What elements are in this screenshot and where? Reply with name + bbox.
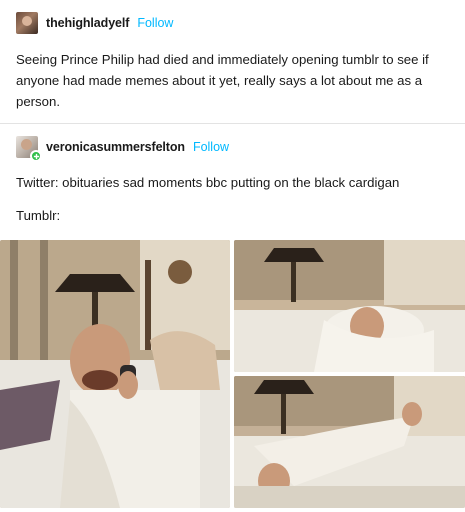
post-header: thehighladyelf Follow [16, 12, 173, 34]
post-text-line: Twitter: obituaries sad moments bbc putt… [16, 175, 400, 190]
follow-button[interactable]: Follow [137, 16, 173, 30]
photo-bottom-right[interactable] [234, 376, 465, 508]
photo-top-right[interactable] [234, 240, 465, 372]
follow-button[interactable]: Follow [193, 140, 229, 154]
username[interactable]: veronicasummersfelton [46, 140, 185, 154]
divider [0, 123, 465, 124]
user-avatar-icon[interactable] [16, 12, 38, 34]
username[interactable]: thehighladyelf [46, 16, 129, 30]
user-avatar-icon[interactable] [16, 136, 42, 162]
post-text: Seeing Prince Philip had died and immedi… [16, 52, 429, 109]
post-text-line: Tumblr: [16, 208, 61, 223]
plus-badge-icon [30, 150, 42, 162]
photo-main[interactable] [0, 240, 230, 508]
post-header: veronicasummersfelton Follow [16, 136, 229, 162]
